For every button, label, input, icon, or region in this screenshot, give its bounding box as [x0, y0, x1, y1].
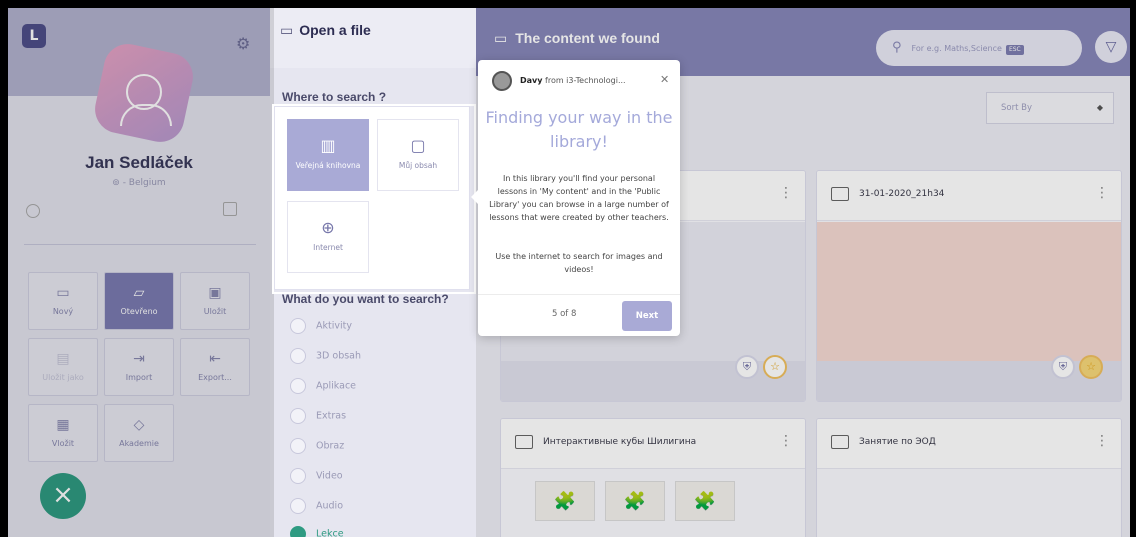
tooltip-author: Davy from i3-Technologi...: [520, 76, 626, 85]
tooltip-body: In this library you'll find your persona…: [489, 174, 669, 222]
user-name: Jan Sedláček: [85, 153, 193, 172]
tile-import[interactable]: ⇥ Import: [104, 338, 174, 396]
next-button[interactable]: Next: [622, 301, 672, 331]
type-radio-audio[interactable]: Audio: [290, 498, 343, 518]
tile-export[interactable]: ⇤ Export...: [180, 338, 250, 396]
tour-spotlight: [272, 104, 476, 294]
type-radio-video[interactable]: Video: [290, 468, 343, 488]
type-radio-lekce[interactable]: Lekce: [290, 526, 344, 537]
type-radio-aktivity[interactable]: Aktivity: [290, 318, 352, 338]
content-card[interactable]: 31-01-2020_21h34 ⋮ ⛨ ☆: [816, 170, 1122, 402]
more-options-icon[interactable]: ⋮: [1095, 433, 1109, 449]
app-logo[interactable]: L: [22, 24, 46, 48]
folder-icon: ▭: [280, 22, 294, 38]
favorite-star-icon[interactable]: ☆: [1079, 355, 1103, 379]
save-as-icon: ▤: [56, 351, 70, 367]
thumbnail-image: 🧩: [535, 481, 595, 521]
thumbnail-image: 🧩: [605, 481, 665, 521]
filter-button[interactable]: ▽: [1095, 31, 1127, 63]
close-fab-button[interactable]: ×: [40, 473, 86, 519]
sidebar: L ⚙ Jan Sedláček ⊚ - Belgium ▭ Nový ▱ Otev…: [8, 8, 270, 537]
more-options-icon[interactable]: ⋮: [1095, 185, 1109, 201]
lesson-icon: [831, 435, 849, 449]
type-radio-extras[interactable]: Extras: [290, 408, 346, 428]
tile-save-as[interactable]: ▤ Uložit jako: [28, 338, 98, 396]
tile-insert[interactable]: ▦ Vložit: [28, 404, 98, 462]
tile-open[interactable]: ▱ Otevřeno: [104, 272, 174, 330]
tour-step-counter: 5 of 8: [552, 309, 577, 319]
tile-save[interactable]: ▣ Uložit: [180, 272, 250, 330]
lesson-icon: [831, 187, 849, 201]
user-location: ⊚ - Belgium: [112, 178, 166, 188]
app-window: L ⚙ Jan Sedláček ⊚ - Belgium ▭ Nový ▱ Otev…: [8, 8, 1130, 537]
lesson-icon: [515, 435, 533, 449]
thumbnail-image: 🧩: [675, 481, 735, 521]
export-icon: ⇤: [209, 351, 221, 367]
content-title: ▭ The content we found: [494, 30, 660, 46]
divider: [24, 244, 256, 245]
avatar-person-icon: [120, 74, 172, 126]
shield-icon[interactable]: ⛨: [735, 355, 759, 379]
academy-icon: ◇: [133, 417, 145, 433]
content-card[interactable]: Интерактивные кубы Шилигина ⋮ 🧩 🧩 🧩: [500, 418, 806, 537]
tooltip-body-extra: Use the internet to search for images an…: [495, 252, 663, 274]
panel-title: ▭ Open a file: [280, 22, 371, 38]
search-icon: ⚲: [892, 40, 902, 55]
folder-icon: ▭: [494, 30, 508, 46]
sort-select[interactable]: Sort By ◆: [986, 92, 1114, 124]
search-input[interactable]: ⚲ For e.g. Maths,Science ESC: [876, 30, 1082, 66]
history-clock-icon[interactable]: [26, 204, 40, 218]
settings-gear-icon[interactable]: ⚙: [236, 34, 250, 53]
close-icon[interactable]: ✕: [660, 73, 669, 86]
tooltip-title: Finding your way in the library!: [485, 108, 673, 151]
location-pin-icon: ⊚: [112, 178, 123, 188]
filter-funnel-icon: ▽: [1105, 39, 1117, 55]
type-radio-aplikace[interactable]: Aplikace: [290, 378, 356, 398]
tour-tooltip: Davy from i3-Technologi... ✕ Finding you…: [471, 60, 680, 336]
type-radio-obraz[interactable]: Obraz: [290, 438, 344, 458]
sort-chevron-icon: ◆: [1096, 103, 1103, 112]
edit-profile-icon[interactable]: [223, 202, 237, 216]
more-options-icon[interactable]: ⋮: [779, 185, 793, 201]
save-icon: ▣: [208, 285, 222, 301]
insert-icon: ▦: [56, 417, 70, 433]
where-to-search-label: Where to search ?: [282, 90, 387, 104]
shield-icon[interactable]: ⛨: [1051, 355, 1075, 379]
esc-key-badge: ESC: [1005, 45, 1024, 55]
content-card[interactable]: Занятие по ЭОД ⋮: [816, 418, 1122, 537]
what-to-search-label: What do you want to search?: [282, 292, 449, 306]
new-icon: ▭: [56, 285, 70, 301]
favorite-star-icon[interactable]: ☆: [763, 355, 787, 379]
more-options-icon[interactable]: ⋮: [779, 433, 793, 449]
card-preview: [817, 222, 1121, 361]
tile-academy[interactable]: ◇ Akademie: [104, 404, 174, 462]
import-icon: ⇥: [133, 351, 145, 367]
open-folder-icon: ▱: [133, 285, 145, 301]
guide-avatar: [492, 71, 512, 91]
type-radio-3d[interactable]: 3D obsah: [290, 348, 361, 368]
tile-new[interactable]: ▭ Nový: [28, 272, 98, 330]
